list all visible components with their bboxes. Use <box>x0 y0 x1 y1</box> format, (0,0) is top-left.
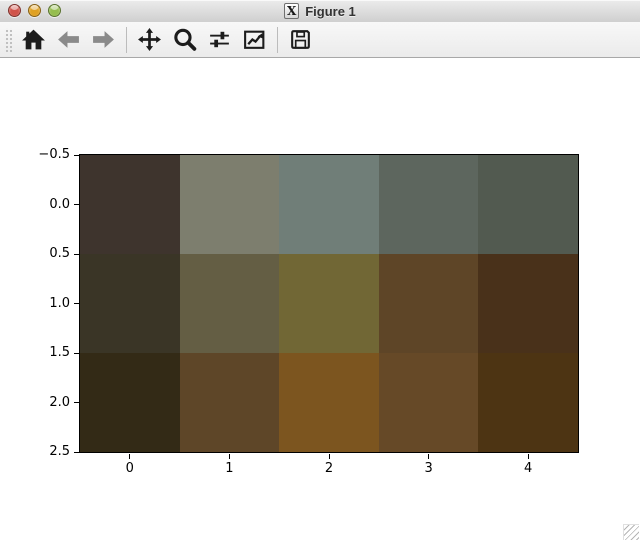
heatmap-cell-r0c3 <box>379 155 479 254</box>
y-tick-label: 1.5 <box>24 345 70 361</box>
x-tick-label: 0 <box>110 461 150 477</box>
figure-window: X Figure 1 <box>0 0 640 541</box>
titlebar[interactable]: X Figure 1 <box>0 0 640 23</box>
heatmap-cell-r0c2 <box>279 155 379 254</box>
y-tick-mark <box>74 452 79 453</box>
y-tick-label: 2.5 <box>24 444 70 460</box>
heatmap-cell-r1c3 <box>379 254 479 353</box>
y-tick-mark <box>74 254 79 255</box>
zoom-button-toolbar[interactable] <box>169 25 200 55</box>
home-button[interactable] <box>18 25 49 55</box>
move-icon <box>137 27 162 52</box>
axes-frame[interactable] <box>79 154 579 453</box>
resize-grip[interactable] <box>623 524 639 540</box>
y-tick-label: 0.0 <box>24 197 70 213</box>
heatmap-cell-r2c1 <box>180 353 280 452</box>
x-tick-mark <box>428 454 429 459</box>
heatmap-cell-r0c1 <box>180 155 280 254</box>
x-tick-mark <box>229 454 230 459</box>
y-tick-mark <box>74 155 79 156</box>
pan-button[interactable] <box>134 25 165 55</box>
sliders-icon <box>207 27 232 52</box>
heatmap-image <box>80 155 578 452</box>
y-tick-mark <box>74 402 79 403</box>
forward-button[interactable] <box>88 25 119 55</box>
chart-icon <box>242 27 267 52</box>
title-wrap: X Figure 1 <box>0 0 640 22</box>
y-tick-mark <box>74 204 79 205</box>
back-button[interactable] <box>53 25 84 55</box>
heatmap-cell-r2c4 <box>478 353 578 452</box>
heatmap-cell-r2c0 <box>80 353 180 452</box>
home-icon <box>21 27 46 52</box>
magnifier-icon <box>172 27 197 52</box>
y-tick-mark <box>74 303 79 304</box>
heatmap-cell-r1c4 <box>478 254 578 353</box>
x-tick-mark <box>329 454 330 459</box>
heatmap-cell-r2c2 <box>279 353 379 452</box>
x-tick-label: 3 <box>409 461 449 477</box>
y-tick-label: 2.0 <box>24 395 70 411</box>
heatmap-cell-r1c1 <box>180 254 280 353</box>
y-tick-label: 1.0 <box>24 296 70 312</box>
configure-subplots-button[interactable] <box>204 25 235 55</box>
toolbar-grip-handle[interactable] <box>4 28 12 52</box>
figure-canvas: −0.5 0.0 0.5 1.0 1.5 2.0 2.5 0 1 2 3 4 <box>0 58 640 541</box>
x-tick-label: 2 <box>309 461 349 477</box>
heatmap-cell-r1c2 <box>279 254 379 353</box>
x-tick-mark <box>528 454 529 459</box>
navigation-toolbar <box>0 22 640 58</box>
y-tick-label: 0.5 <box>24 246 70 262</box>
floppy-icon <box>288 27 313 52</box>
heatmap-cell-r1c0 <box>80 254 180 353</box>
edit-parameters-button[interactable] <box>239 25 270 55</box>
heatmap-cell-r0c0 <box>80 155 180 254</box>
x-tick-mark <box>129 454 130 459</box>
forward-arrow-icon <box>91 27 116 52</box>
toolbar-separator <box>277 27 278 53</box>
back-arrow-icon <box>56 27 81 52</box>
y-tick-label: −0.5 <box>24 147 70 163</box>
toolbar-separator <box>126 27 127 53</box>
x11-app-icon: X <box>284 3 299 19</box>
y-tick-mark <box>74 353 79 354</box>
heatmap-cell-r2c3 <box>379 353 479 452</box>
x-tick-label: 1 <box>209 461 249 477</box>
save-button[interactable] <box>285 25 316 55</box>
window-title: Figure 1 <box>305 4 356 19</box>
x-tick-label: 4 <box>508 461 548 477</box>
heatmap-cell-r0c4 <box>478 155 578 254</box>
